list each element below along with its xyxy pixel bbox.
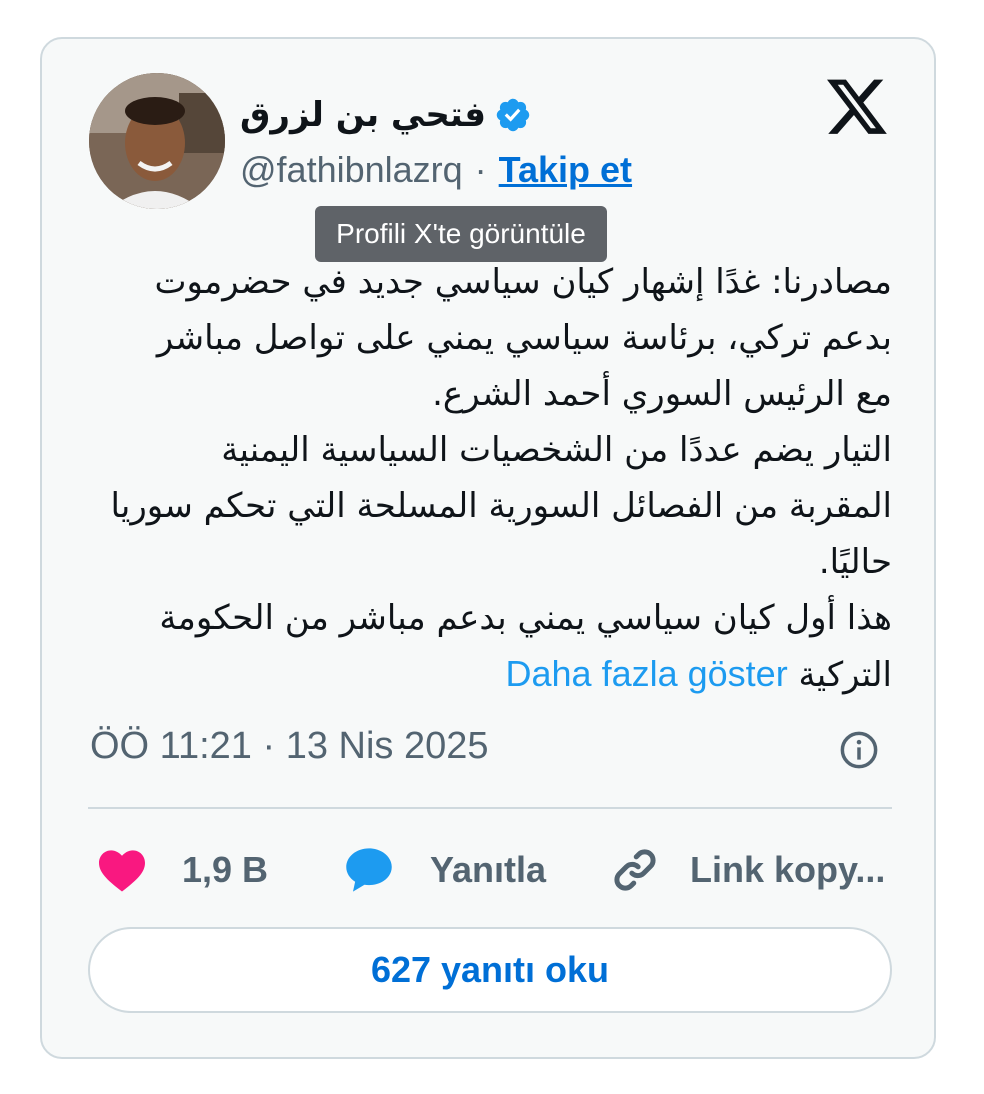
author-name-row[interactable]: فتحي بن لزرق (240, 95, 532, 135)
show-more-link[interactable]: Daha fazla göster (506, 653, 788, 694)
tweet-line: بدعم تركي، برئاسة سياسي يمني على تواصل م… (156, 318, 892, 358)
reply-label: Yanıtla (430, 849, 547, 890)
tweet-line: حاليًا. (818, 542, 892, 582)
tweet-line: هذا أول كيان سياسي يمني بدعم مباشر من ال… (159, 598, 892, 638)
verified-badge-icon (496, 98, 530, 132)
tweet-card: فتحي بن لزرق @fathibnlazrq · Takip et Pr… (40, 37, 936, 1059)
x-logo-icon[interactable] (827, 79, 889, 137)
tweet-line: التيار يضم عددًا من الشخصيات السياسية ال… (221, 430, 892, 470)
tweet-line: المقربة من الفصائل السورية المسلحة التي … (110, 486, 892, 526)
tweet-line: مع الرئيس السوري أحمد الشرع. (432, 374, 892, 414)
like-count: 1,9 B (182, 849, 269, 890)
separator-dot: · (474, 149, 487, 190)
heart-icon (99, 850, 145, 892)
follow-button[interactable]: Takip et (499, 149, 632, 191)
avatar-image (89, 73, 225, 209)
author-handle[interactable]: @fathibnlazrq (240, 149, 463, 191)
reply-button[interactable]: Yanıtla (342, 837, 546, 903)
read-replies-button[interactable]: 627 yanıtı oku (88, 927, 892, 1013)
info-icon[interactable] (838, 729, 880, 771)
copy-link-label: Link kopy... (690, 849, 886, 890)
tweet-line: مصادرنا: غدًا إشهار كيان سياسي جديد في ح… (154, 262, 892, 302)
speech-bubble-icon (346, 848, 392, 892)
copy-link-button[interactable]: Link kopy... (610, 837, 885, 903)
timestamp[interactable]: ÖÖ 11:21 · 13 Nis 2025 (90, 725, 489, 768)
handle-row: @fathibnlazrq · Takip et (240, 149, 632, 191)
avatar[interactable] (89, 73, 225, 209)
author-name[interactable]: فتحي بن لزرق (240, 95, 486, 135)
tweet-text: مصادرنا: غدًا إشهار كيان سياسي جديد في ح… (88, 254, 892, 703)
like-button[interactable]: 1,9 B (96, 837, 268, 903)
action-bar: 1,9 B Yanıtla Link kopy... (88, 837, 892, 903)
divider (88, 807, 892, 809)
tweet-line-last: التركية Daha fazla göster (88, 646, 892, 703)
link-icon (614, 849, 656, 891)
tweet-last-text: التركية (798, 655, 893, 695)
